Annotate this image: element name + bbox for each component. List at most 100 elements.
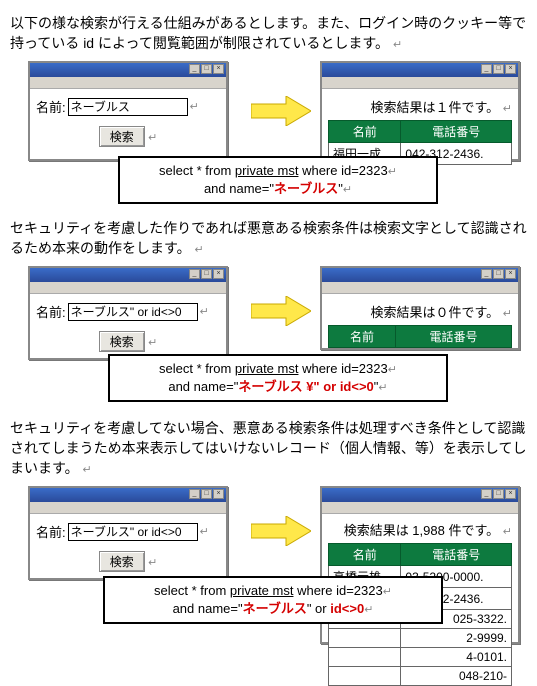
section-3: セキュリティを考慮してない場合、悪意ある検索条件は処理すべき条件として認識されて… — [8, 419, 529, 641]
section-2-text: セキュリティを考慮した作りであれば悪意ある検索条件は検索文字として認識されるため… — [10, 220, 527, 256]
return-mark: ↵ — [503, 526, 512, 538]
cell-name — [329, 629, 401, 648]
toolbar — [30, 502, 226, 514]
name-input[interactable] — [68, 523, 198, 541]
return-mark: ↵ — [343, 184, 352, 196]
return-mark: ↵ — [388, 166, 397, 178]
window-buttons: _ □ × — [481, 269, 516, 279]
result-count: 検索結果は０件です。 ↵ — [328, 302, 512, 321]
return-mark: ↵ — [388, 364, 397, 376]
search-button[interactable]: 検索 — [99, 551, 145, 572]
sql-table: private mst — [235, 163, 299, 178]
return-mark: ↵ — [393, 39, 402, 51]
result-count: 検索結果は１件です。 ↵ — [328, 97, 512, 116]
window-buttons: _ □ × — [481, 64, 516, 74]
name-input[interactable] — [68, 303, 198, 321]
col-phone: 電話番号 — [401, 121, 512, 143]
titlebar: _ □ × — [322, 63, 518, 77]
maximize-icon[interactable]: □ — [493, 269, 504, 279]
result-count: 検索結果は 1,988 件です。 ↵ — [328, 520, 512, 539]
sql-line2: and name="ネーブルス ¥" or id<>0"↵ — [120, 378, 436, 396]
search-button[interactable]: 検索 — [99, 331, 145, 352]
return-mark: ↵ — [378, 382, 387, 394]
close-icon[interactable]: × — [505, 489, 516, 499]
titlebar: _ □ × — [322, 268, 518, 282]
close-icon[interactable]: × — [213, 489, 224, 499]
table-header-row: 名前 電話番号 — [329, 121, 512, 143]
sql-pre2: and name=" — [173, 601, 243, 616]
name-input[interactable] — [68, 98, 188, 116]
section-1-text: 以下の様な検索が行える仕組みがあるとします。また、ログイン時のクッキー等で持って… — [10, 15, 526, 51]
maximize-icon[interactable]: □ — [493, 489, 504, 499]
toolbar — [322, 502, 518, 514]
close-icon[interactable]: × — [213, 269, 224, 279]
sql-mid2: " or — [307, 601, 330, 616]
sql-pre2: and name=" — [204, 181, 274, 196]
col-name: 名前 — [329, 544, 401, 566]
cell-name — [329, 667, 401, 686]
section-3-paragraph: セキュリティを考慮してない場合、悪意ある検索条件は処理すべき条件として認識されて… — [10, 419, 527, 478]
titlebar: _ □ × — [30, 488, 226, 502]
window-buttons: _ □ × — [189, 269, 224, 279]
maximize-icon[interactable]: □ — [493, 64, 504, 74]
return-mark: ↵ — [190, 100, 199, 113]
window-buttons: _ □ × — [189, 64, 224, 74]
close-icon[interactable]: × — [213, 64, 224, 74]
section-1-diagram: _ □ × 名前: ↵ 検索 ↵ — [8, 61, 529, 201]
result-window-1: _ □ × 検索結果は１件です。 ↵ 名前 電話番号 福田一成 — [320, 61, 520, 161]
search-content: 名前: ↵ 検索 ↵ — [30, 294, 226, 358]
search-window-2: _ □ × 名前: ↵ 検索 ↵ — [28, 266, 228, 360]
form-row: 名前: ↵ — [36, 97, 220, 116]
close-icon[interactable]: × — [505, 269, 516, 279]
col-phone: 電話番号 — [396, 326, 512, 348]
toolbar — [322, 282, 518, 294]
form-row: 名前: ↵ — [36, 522, 220, 541]
sql-injected-a: ネーブルス — [243, 601, 307, 616]
titlebar: _ □ × — [30, 268, 226, 282]
return-mark: ↵ — [195, 244, 204, 256]
search-content: 名前: ↵ 検索 ↵ — [30, 89, 226, 159]
sql-box-1: select * from private mst where id=2323↵… — [118, 156, 438, 204]
minimize-icon[interactable]: _ — [189, 269, 200, 279]
sql-injected: ネーブルス — [274, 181, 338, 196]
col-name: 名前 — [329, 326, 396, 348]
result-count-text: 検索結果は０件です。 — [370, 305, 499, 320]
minimize-icon[interactable]: _ — [189, 489, 200, 499]
window-buttons: _ □ × — [189, 489, 224, 499]
search-window-1: _ □ × 名前: ↵ 検索 ↵ — [28, 61, 228, 161]
minimize-icon[interactable]: _ — [481, 269, 492, 279]
maximize-icon[interactable]: □ — [201, 269, 212, 279]
sql-injected: ネーブルス ¥" or id<>0 — [238, 379, 373, 394]
toolbar — [30, 282, 226, 294]
search-button[interactable]: 検索 — [99, 126, 145, 147]
minimize-icon[interactable]: _ — [189, 64, 200, 74]
return-mark: ↵ — [383, 586, 392, 598]
arrow-icon — [251, 516, 311, 546]
section-2: セキュリティを考慮した作りであれば悪意ある検索条件は検索文字として認識されるため… — [8, 219, 529, 401]
result-count-text: 検索結果は 1,988 件です。 — [344, 523, 499, 538]
result-content: 検索結果は０件です。 ↵ 名前 電話番号 — [322, 294, 518, 348]
sql-pre: select * from — [159, 361, 235, 376]
sql-line1: select * from private mst where id=2323↵ — [115, 582, 431, 600]
minimize-icon[interactable]: _ — [481, 489, 492, 499]
result-window-2: _ □ × 検索結果は０件です。 ↵ 名前 電話番号 — [320, 266, 520, 350]
section-1-paragraph: 以下の様な検索が行える仕組みがあるとします。また、ログイン時のクッキー等で持って… — [10, 14, 527, 53]
cell-phone: 4-0101. — [401, 648, 512, 667]
return-mark: ↵ — [503, 103, 512, 115]
button-row: 検索 ↵ — [36, 551, 220, 572]
maximize-icon[interactable]: □ — [201, 64, 212, 74]
maximize-icon[interactable]: □ — [201, 489, 212, 499]
col-phone: 電話番号 — [401, 544, 512, 566]
sql-mid: where id=2323 — [298, 163, 387, 178]
return-mark: ↵ — [364, 604, 373, 616]
name-label: 名前: — [36, 97, 66, 116]
result-count-text: 検索結果は１件です。 — [370, 100, 499, 115]
search-content: 名前: ↵ 検索 ↵ — [30, 514, 226, 578]
table-header-row: 名前 電話番号 — [329, 544, 512, 566]
minimize-icon[interactable]: _ — [481, 64, 492, 74]
sql-table: private mst — [230, 583, 294, 598]
sql-mid: where id=2323 — [298, 361, 387, 376]
close-icon[interactable]: × — [505, 64, 516, 74]
sql-pre: select * from — [154, 583, 230, 598]
sql-line1: select * from private mst where id=2323↵ — [120, 360, 436, 378]
